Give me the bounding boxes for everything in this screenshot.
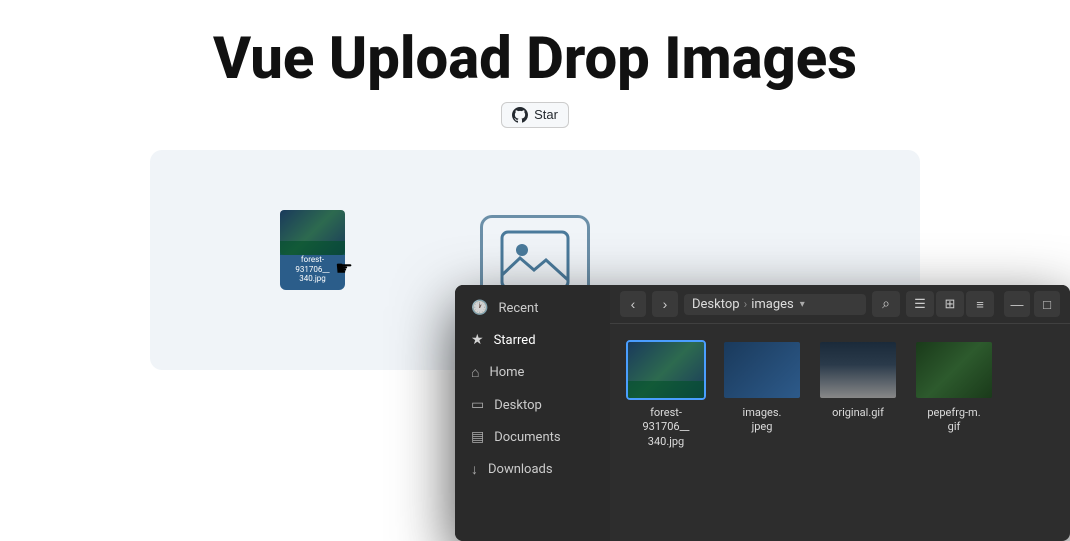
file-label-original: original.gif: [832, 406, 884, 420]
breadcrumb-sep: ›: [744, 297, 748, 311]
desktop-icon: ▭: [471, 397, 484, 413]
sidebar-item-documents[interactable]: ▤ Documents: [455, 422, 610, 452]
file-item-images[interactable]: images.jpeg: [722, 340, 802, 449]
recent-icon: 🕐: [471, 300, 488, 316]
search-icon: ⌕: [882, 296, 890, 312]
forward-button[interactable]: ›: [652, 291, 678, 317]
file-thumbnail-original: [818, 340, 898, 400]
page-header: Vue Upload Drop Images Star: [0, 0, 1070, 142]
page-title: Vue Upload Drop Images: [0, 28, 1070, 92]
dialog-sidebar: 🕐 Recent ★ Starred ⌂ Home ▭ Desktop ▤ Do…: [455, 285, 610, 541]
sidebar-item-downloads[interactable]: ↓ Downloads: [455, 454, 610, 485]
grid-view-button[interactable]: ⊞: [936, 291, 964, 317]
sidebar-label-documents: Documents: [494, 430, 560, 445]
downloads-icon: ↓: [471, 461, 478, 478]
sidebar-item-desktop[interactable]: ▭ Desktop: [455, 390, 610, 420]
file-thumbnail-images: [722, 340, 802, 400]
drag-cursor-icon: ☛: [335, 256, 353, 280]
file-label-forest: forest-931706__340.jpg: [642, 406, 689, 449]
sidebar-label-home: Home: [489, 365, 524, 380]
dragging-file-label: forest-931706__340.jpg: [295, 255, 329, 284]
sidebar-label-starred: Starred: [494, 333, 536, 348]
dragging-file: forest-931706__340.jpg ☛: [280, 210, 345, 290]
sidebar-item-starred[interactable]: ★ Starred: [455, 325, 610, 355]
file-item-original[interactable]: original.gif: [818, 340, 898, 449]
sidebar-label-recent: Recent: [498, 301, 538, 316]
home-icon: ⌂: [471, 364, 479, 381]
file-grid: forest-931706__340.jpg images.jpeg origi…: [610, 324, 1070, 465]
github-star-button[interactable]: Star: [501, 102, 569, 128]
sidebar-item-recent[interactable]: 🕐 Recent: [455, 293, 610, 323]
dropdown-chevron-icon[interactable]: ▾: [800, 299, 805, 310]
star-label: Star: [534, 107, 558, 122]
file-dialog: 🕐 Recent ★ Starred ⌂ Home ▭ Desktop ▤ Do…: [455, 285, 1070, 541]
image-upload-icon: [500, 230, 570, 290]
file-label-images: images.jpeg: [743, 406, 782, 435]
breadcrumb-images[interactable]: images: [751, 297, 794, 312]
breadcrumb-desktop[interactable]: Desktop: [692, 297, 740, 312]
window-controls: — □: [1004, 291, 1060, 317]
file-label-pepe: pepefrg-m.gif: [927, 406, 980, 435]
view-buttons: ☰ ⊞ ≡: [906, 291, 994, 317]
breadcrumb: Desktop › images ▾: [684, 294, 866, 315]
back-button[interactable]: ‹: [620, 291, 646, 317]
dialog-main: ‹ › Desktop › images ▾ ⌕ ☰ ⊞ ≡ — □: [610, 285, 1070, 541]
dialog-toolbar: ‹ › Desktop › images ▾ ⌕ ☰ ⊞ ≡ — □: [610, 285, 1070, 324]
maximize-button[interactable]: □: [1034, 291, 1060, 317]
sort-button[interactable]: ≡: [966, 291, 994, 317]
sidebar-item-home[interactable]: ⌂ Home: [455, 357, 610, 388]
file-thumbnail-pepe: [914, 340, 994, 400]
list-view-button[interactable]: ☰: [906, 291, 934, 317]
file-thumbnail-forest: [626, 340, 706, 400]
sidebar-label-desktop: Desktop: [494, 398, 542, 413]
minimize-button[interactable]: —: [1004, 291, 1030, 317]
github-icon: [512, 107, 528, 123]
file-item-forest[interactable]: forest-931706__340.jpg: [626, 340, 706, 449]
file-item-pepe[interactable]: pepefrg-m.gif: [914, 340, 994, 449]
starred-icon: ★: [471, 332, 484, 348]
sidebar-label-downloads: Downloads: [488, 462, 553, 477]
documents-icon: ▤: [471, 429, 484, 445]
search-button[interactable]: ⌕: [872, 291, 900, 317]
